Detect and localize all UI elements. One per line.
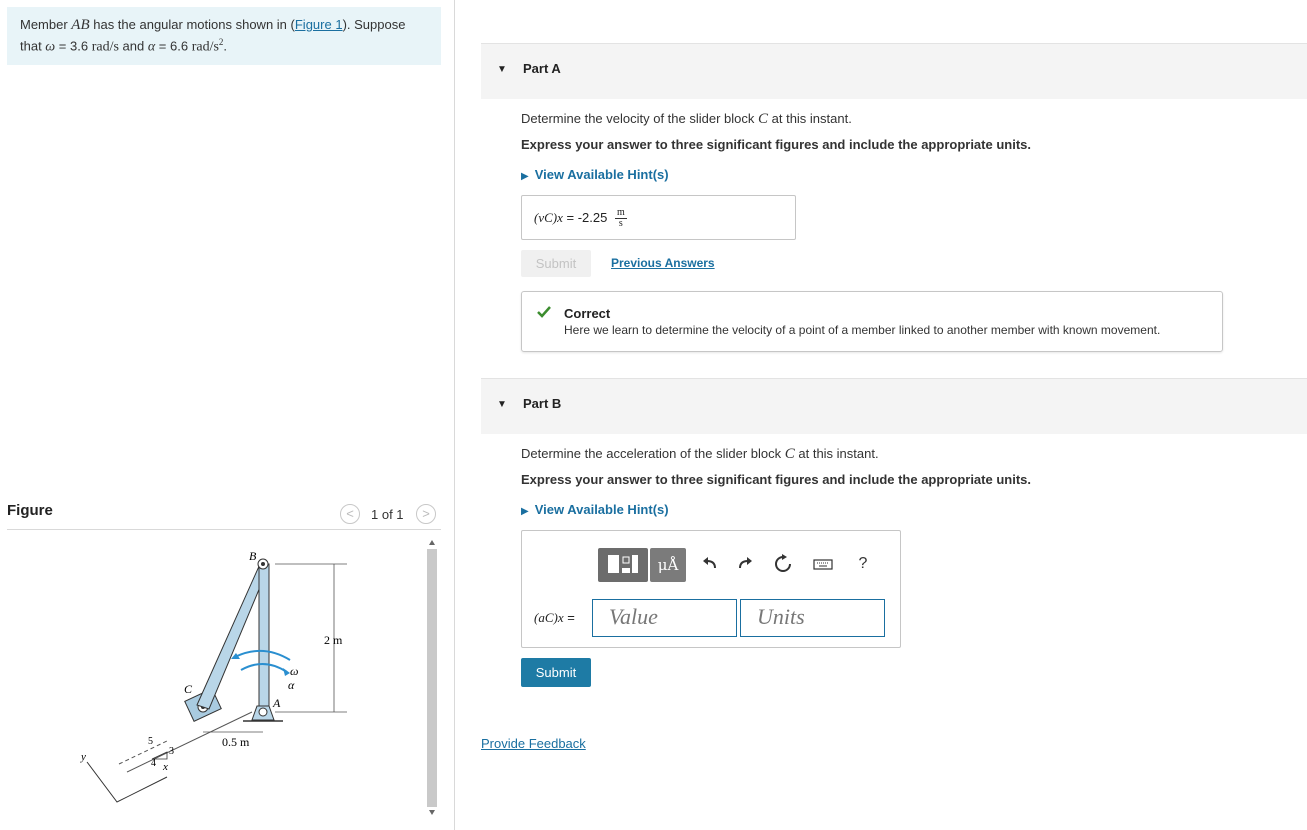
omega-value: = 3.6 [55, 38, 92, 54]
undo-icon[interactable] [699, 553, 721, 575]
label-width: 0.5 m [222, 735, 250, 749]
part-b-hint-link[interactable]: ▶ View Available Hint(s) [521, 502, 669, 517]
part-a-submit-button[interactable]: Submit [521, 250, 591, 277]
value-input[interactable]: Value [592, 599, 737, 637]
figure-header: Figure < 1 of 1 > [7, 500, 441, 530]
omega-symbol: ω [45, 39, 56, 55]
alpha-value: = 6.6 [155, 38, 192, 54]
problem-text: . [223, 38, 228, 54]
units-input[interactable]: Units [740, 599, 885, 637]
omega-unit: rad/s [91, 39, 119, 55]
label-a: A [272, 696, 281, 710]
provide-feedback-link[interactable]: Provide Feedback [481, 736, 586, 751]
question-text: at this instant. [794, 446, 879, 461]
pin-b-center [261, 562, 265, 566]
pin-a [258, 707, 268, 717]
previous-answers-link[interactable]: Previous Answers [611, 256, 715, 270]
answer-value: -2.25 [577, 209, 608, 225]
scrollbar-thumb[interactable] [427, 549, 437, 807]
scroll-down-icon[interactable] [429, 810, 435, 815]
figure-title: Figure [7, 502, 53, 519]
incline-dashed [118, 740, 168, 765]
templates-button[interactable] [598, 548, 648, 582]
expand-triangle-icon: ▶ [521, 171, 529, 182]
question-variable: C [758, 111, 769, 127]
label-slope-3: 3 [169, 746, 174, 757]
problem-text: Member [20, 17, 72, 32]
member-name: AB [71, 17, 90, 33]
part-a-answer-field: (vC)x = -2.25 m s [521, 195, 796, 240]
figure-counter: 1 of 1 [371, 507, 404, 522]
member-ab [258, 563, 270, 715]
figure-image: B C A ω α 2 m 0.5 m 5 3 4 x y [7, 532, 425, 828]
symbols-button[interactable]: μÅ [650, 548, 686, 582]
label-omega: ω [290, 664, 298, 678]
figure-link[interactable]: Figure 1 [295, 17, 343, 32]
mechanism-diagram: B C A ω α 2 m 0.5 m 5 3 4 x y [80, 549, 347, 803]
equals-sign: = [563, 610, 575, 625]
label-y: y [80, 751, 86, 763]
label-slope-4: 4 [151, 758, 156, 769]
problem-text: has the angular motions shown in ( [89, 17, 295, 32]
expand-triangle-icon: ▶ [521, 506, 529, 517]
checkmark-icon [537, 306, 551, 318]
redo-icon[interactable] [734, 553, 756, 575]
problem-text: and [118, 38, 148, 54]
problem-statement: Member AB has the angular motions shown … [7, 7, 441, 65]
label-slope-5: 5 [148, 736, 153, 747]
unit-denominator: s [618, 218, 623, 229]
templates-icon [608, 555, 638, 573]
collapse-triangle-icon[interactable]: ▼ [497, 64, 507, 75]
correct-message: Here we learn to determine the velocity … [564, 323, 1161, 337]
hint-label: View Available Hint(s) [534, 167, 669, 182]
collapse-triangle-icon[interactable]: ▼ [497, 399, 507, 410]
part-b-instruction: Express your answer to three significant… [521, 472, 1031, 487]
hint-label: View Available Hint(s) [534, 502, 669, 517]
answer-lhs: (aC)x [534, 610, 564, 625]
question-text: Determine the acceleration of the slider… [521, 446, 785, 461]
keyboard-icon[interactable] [812, 553, 834, 575]
scroll-up-icon[interactable] [429, 540, 435, 545]
previous-figure-button[interactable]: < [340, 504, 360, 524]
part-b-label: Part B [523, 396, 562, 411]
part-a-instruction: Express your answer to three significant… [521, 137, 1031, 152]
reset-icon[interactable] [772, 553, 794, 575]
next-figure-button[interactable]: > [416, 504, 436, 524]
answer-unit: m s [614, 208, 627, 229]
part-b-header[interactable]: ▼ Part B [481, 378, 1307, 434]
label-height: 2 m [324, 633, 343, 647]
part-b-answer-box: μÅ ? (aC)x = Value Units [521, 530, 901, 648]
part-b-submit-button[interactable]: Submit [521, 658, 591, 687]
label-x: x [162, 761, 168, 773]
figure-scrollbar[interactable] [425, 535, 439, 820]
equals-sign: = [562, 209, 578, 225]
part-a-header[interactable]: ▼ Part A [481, 43, 1307, 99]
question-text: at this instant. [768, 111, 852, 126]
label-alpha: α [288, 678, 295, 692]
part-a-hint-link[interactable]: ▶ View Available Hint(s) [521, 167, 669, 182]
alpha-arrow-head [283, 668, 290, 676]
correct-feedback-box: Correct Here we learn to determine the v… [521, 291, 1223, 352]
left-panel: Member AB has the angular motions shown … [0, 0, 455, 830]
help-icon[interactable]: ? [852, 553, 874, 575]
part-a-question: Determine the velocity of the slider blo… [521, 111, 852, 128]
label-b: B [249, 549, 257, 563]
question-variable: C [784, 446, 795, 462]
part-a-label: Part A [523, 61, 561, 76]
part-b-question: Determine the acceleration of the slider… [521, 446, 879, 463]
part-b-answer-label: (aC)x = [534, 610, 575, 626]
answer-lhs: (vC)x [534, 209, 563, 225]
correct-title: Correct [564, 306, 611, 321]
member-cb [196, 563, 269, 710]
label-c: C [184, 682, 193, 696]
alpha-unit: rad/s [191, 39, 219, 55]
question-text: Determine the velocity of the slider blo… [521, 111, 758, 126]
